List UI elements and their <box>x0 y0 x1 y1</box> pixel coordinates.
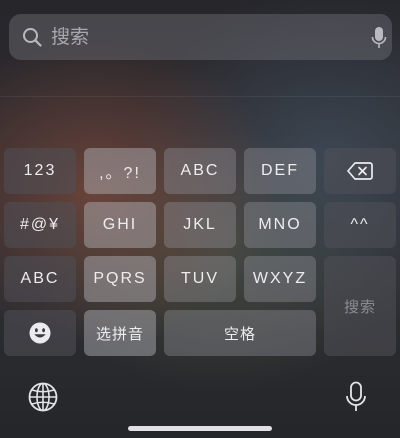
key-pqrs[interactable]: PQRS <box>84 256 156 302</box>
key-label: ABC <box>180 162 220 179</box>
emoji-icon <box>29 322 51 344</box>
emoji-key[interactable] <box>4 310 76 356</box>
key-label: ABC <box>20 270 60 287</box>
keyboard-divider <box>0 96 400 97</box>
search-icon <box>23 28 42 47</box>
search-bar[interactable] <box>9 14 392 60</box>
key-label: WXYZ <box>252 270 308 287</box>
dictation-mic-icon[interactable] <box>371 26 387 50</box>
space-key[interactable]: 空格 <box>164 310 316 356</box>
key-label: 搜索 <box>343 297 376 316</box>
key-def[interactable]: DEF <box>244 148 316 194</box>
delete-key[interactable] <box>324 148 396 194</box>
backspace-icon <box>347 162 373 180</box>
home-indicator[interactable] <box>128 426 272 431</box>
key-jkl[interactable]: JKL <box>164 202 236 248</box>
key-select-pinyin[interactable]: 选拼音 <box>84 310 156 356</box>
key-abc-mode[interactable]: ABC <box>4 256 76 302</box>
key-label: PQRS <box>93 270 147 287</box>
key-wxyz[interactable]: WXYZ <box>244 256 316 302</box>
key-punctuation[interactable]: ,。?! <box>84 148 156 194</box>
key-label: 选拼音 <box>95 324 144 343</box>
key-numbers-mode[interactable]: 123 <box>4 148 76 194</box>
key-label: DEF <box>261 162 299 179</box>
key-mno[interactable]: MNO <box>244 202 316 248</box>
key-label: GHI <box>102 216 138 233</box>
key-label: ,。?! <box>99 165 141 182</box>
dictation-mic-icon[interactable] <box>345 381 367 413</box>
globe-icon[interactable] <box>27 381 59 413</box>
key-label: 空格 <box>223 324 256 343</box>
key-abc[interactable]: ABC <box>164 148 236 194</box>
search-input[interactable] <box>51 14 351 60</box>
key-label: #@¥ <box>19 216 61 233</box>
key-label: MNO <box>258 216 302 233</box>
key-tuv[interactable]: TUV <box>164 256 236 302</box>
key-label: ^^ <box>350 216 370 233</box>
key-label: JKL <box>183 216 217 233</box>
key-label: TUV <box>181 270 219 287</box>
key-emoticon[interactable]: ^^ <box>324 202 396 248</box>
key-label: 123 <box>23 162 57 179</box>
key-symbols[interactable]: #@¥ <box>4 202 76 248</box>
search-key[interactable]: 搜索 <box>324 256 396 356</box>
key-ghi[interactable]: GHI <box>84 202 156 248</box>
